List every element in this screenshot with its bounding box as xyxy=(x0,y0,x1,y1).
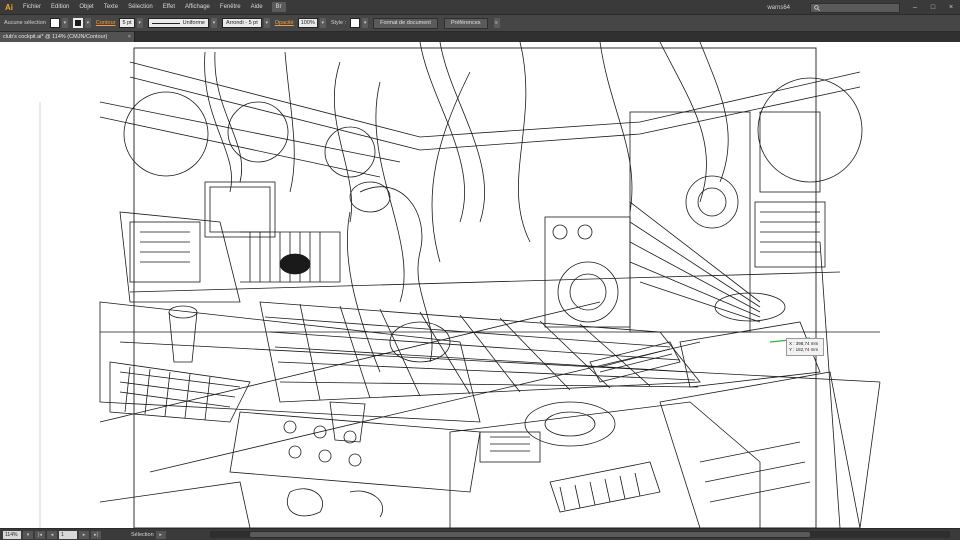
opacity-dropdown[interactable]: ▾ xyxy=(319,18,326,28)
horizontal-scrollbar[interactable] xyxy=(210,531,950,538)
document-tab[interactable]: club's cockpit.ai* @ 114% (CMJN/Contour)… xyxy=(0,32,135,42)
menu-objet[interactable]: Objet xyxy=(74,0,98,15)
menu-aide[interactable]: Aide xyxy=(246,0,268,15)
readout-y: Y : 182,74 mm xyxy=(789,347,819,352)
zoom-dropdown[interactable]: ▾ xyxy=(23,530,33,539)
contour-label[interactable]: Contour xyxy=(96,20,116,26)
user-name[interactable]: warns64 xyxy=(767,5,790,11)
prev-page-button[interactable]: ◂ xyxy=(47,530,57,539)
style-label: Style : xyxy=(330,20,347,26)
search-input[interactable] xyxy=(810,2,900,13)
stroke-profile-label: Uniforme xyxy=(182,20,205,26)
stroke-line-sample xyxy=(151,22,180,24)
minimize-button[interactable]: – xyxy=(906,0,924,15)
menu-edition[interactable]: Edition xyxy=(46,0,74,15)
maximize-button[interactable]: □ xyxy=(924,0,942,15)
opacity-field[interactable]: 100% xyxy=(297,18,318,28)
opacity-label[interactable]: Opacité xyxy=(275,20,294,26)
outline-artwork xyxy=(39,42,881,528)
preferences-button[interactable]: Préférences xyxy=(443,17,488,29)
horizontal-scroll-thumb[interactable] xyxy=(250,532,810,537)
menu-affichage[interactable]: Affichage xyxy=(180,0,215,15)
menu-fenetre[interactable]: Fenêtre xyxy=(215,0,246,15)
document-tab-title: club's cockpit.ai* @ 114% (CMJN/Contour) xyxy=(3,34,108,40)
brush-dropdown[interactable]: ▾ xyxy=(263,18,270,28)
illustrator-logo-icon: Ai xyxy=(5,2,13,12)
page-field[interactable]: 1 xyxy=(59,530,77,539)
coordinate-readout: X : 398,74 mm Y : 182,74 mm xyxy=(786,338,824,356)
align-options-icon[interactable]: ≡ xyxy=(493,18,500,28)
style-swatch-icon[interactable] xyxy=(350,18,361,28)
last-page-button[interactable]: ▸| xyxy=(91,530,101,539)
status-menu-button[interactable]: ▸ xyxy=(155,530,166,539)
menu-bar: Ai Fichier Edition Objet Texte Sélection… xyxy=(0,0,960,15)
close-tab-icon[interactable]: × xyxy=(128,32,131,42)
window-controls: warns64 – □ × xyxy=(767,0,960,15)
brush-select[interactable]: Arrondi - 5 pt xyxy=(221,18,262,28)
menu-effet[interactable]: Effet xyxy=(158,0,180,15)
stroke-swatch-icon[interactable] xyxy=(72,18,83,28)
menu-fichier[interactable]: Fichier xyxy=(18,0,46,15)
style-dropdown[interactable]: ▾ xyxy=(362,18,369,28)
stroke-profile-dropdown[interactable]: ▾ xyxy=(210,18,217,28)
zoom-field[interactable]: 114% xyxy=(3,530,21,539)
search-icon xyxy=(814,4,820,11)
brush-label: Arrondi - 5 pt xyxy=(225,20,258,26)
close-button[interactable]: × xyxy=(942,0,960,15)
fill-swatch-icon[interactable] xyxy=(49,18,60,28)
bridge-icon[interactable]: Br xyxy=(271,2,286,12)
status-tool: Sélection xyxy=(131,531,154,538)
selection-status: Aucune sélection xyxy=(4,20,46,26)
artboard-canvas[interactable]: X : 398,74 mm Y : 182,74 mm xyxy=(0,42,960,528)
control-bar: Aucune sélection ▾ ▾ Contour 5 pt ▾ Unif… xyxy=(0,15,960,32)
menu-selection[interactable]: Sélection xyxy=(123,0,158,15)
document-format-button[interactable]: Format de document xyxy=(373,17,438,29)
document-tab-bar: club's cockpit.ai* @ 114% (CMJN/Contour)… xyxy=(0,32,960,42)
fill-dropdown[interactable]: ▾ xyxy=(61,18,68,28)
contour-weight-field[interactable]: 5 pt xyxy=(119,18,135,28)
menu-texte[interactable]: Texte xyxy=(99,0,123,15)
status-bar: 114% ▾ |◂ ◂ 1 ▸ ▸| Sélection ▸ xyxy=(0,528,960,540)
next-page-button[interactable]: ▸ xyxy=(79,530,89,539)
stroke-dropdown[interactable]: ▾ xyxy=(84,18,91,28)
contour-weight-dropdown[interactable]: ▾ xyxy=(136,18,143,28)
stroke-profile-select[interactable]: Uniforme xyxy=(147,18,209,28)
first-page-button[interactable]: |◂ xyxy=(35,530,45,539)
